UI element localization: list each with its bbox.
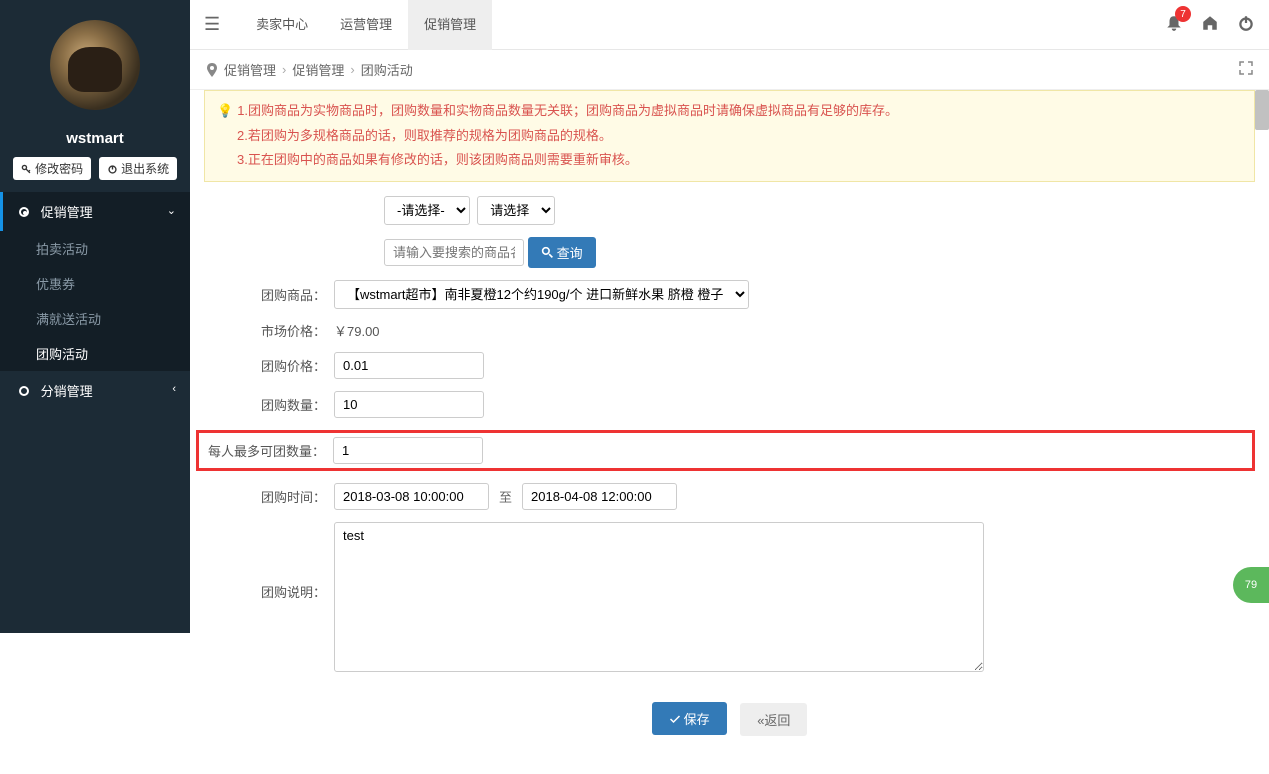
topnav-seller[interactable]: 卖家中心 — [240, 0, 324, 50]
username: wstmart — [0, 130, 190, 147]
search-icon — [541, 246, 554, 259]
notification-badge: 7 — [1175, 6, 1191, 22]
max-per-person-input[interactable] — [333, 437, 483, 464]
group-qty-input[interactable] — [334, 391, 484, 418]
chevron-down-icon: ⌄ — [167, 204, 176, 217]
group-price-input[interactable] — [334, 352, 484, 379]
sidebar-buttons: 修改密码 退出系统 — [0, 157, 190, 192]
key-icon — [21, 164, 32, 175]
nav-item-groupbuy[interactable]: 团购活动 — [0, 336, 190, 371]
logout-button[interactable]: 退出系统 — [99, 157, 177, 180]
power-icon — [107, 164, 118, 175]
max-per-person-row: 每人最多可团数量： — [196, 430, 1255, 471]
nav-item-coupon[interactable]: 优惠券 — [0, 266, 190, 301]
category-select-2[interactable]: 请选择 — [477, 196, 555, 225]
nav-item-auction[interactable]: 拍卖活动 — [0, 231, 190, 266]
power-icon — [1237, 14, 1255, 32]
map-marker-icon — [206, 63, 218, 77]
home-icon — [1201, 14, 1219, 32]
tip-line-2: 2.若团购为多规格商品的话，则取推荐的规格为团购商品的规格。 — [237, 128, 612, 143]
breadcrumb-sep: › — [350, 62, 354, 77]
radio-icon — [19, 207, 29, 217]
fullscreen-button[interactable] — [1239, 61, 1253, 78]
topbar-right: 7 — [1165, 14, 1255, 35]
category-select-1[interactable]: -请选择- — [384, 196, 470, 225]
tip-line-1: 1.团购商品为实物商品时，团购数量和实物商品数量无关联；团购商品为虚拟商品时请确… — [237, 103, 898, 118]
time-separator: 至 — [499, 487, 512, 506]
content: 💡 1.团购商品为实物商品时，团购数量和实物商品数量无关联；团购商品为虚拟商品时请… — [190, 90, 1269, 774]
time-label: 团购时间： — [204, 487, 334, 506]
desc-textarea[interactable] — [334, 522, 984, 672]
group-qty-label: 团购数量： — [204, 395, 334, 414]
tip-line-3: 3.正在团购中的商品如果有修改的话，则该团购商品则需要重新审核。 — [237, 152, 638, 167]
search-button[interactable]: 查询 — [528, 237, 596, 268]
nav-group-distribution[interactable]: 分销管理 ‹ — [0, 371, 190, 410]
home-button[interactable] — [1201, 14, 1219, 35]
nav-group-promotion[interactable]: 促销管理 ⌄ — [0, 192, 190, 231]
scrollbar[interactable] — [1255, 90, 1269, 774]
desc-label: 团购说明： — [204, 522, 334, 601]
main: ☰ 卖家中心 运营管理 促销管理 7 促销管理 › 促销管理 › 团购活动 — [190, 0, 1269, 774]
search-input[interactable] — [384, 239, 524, 266]
nav-group-label: 促销管理 — [41, 205, 93, 220]
topnav-operations[interactable]: 运营管理 — [324, 0, 408, 50]
nav-item-fullgift[interactable]: 满就送活动 — [0, 301, 190, 336]
breadcrumb-sep: › — [282, 62, 286, 77]
topnav-promotion[interactable]: 促销管理 — [408, 0, 492, 50]
goods-label: 团购商品： — [204, 285, 334, 304]
menu-toggle-icon[interactable]: ☰ — [204, 14, 220, 35]
save-button[interactable]: 保存 — [652, 702, 727, 735]
tip-box: 💡 1.团购商品为实物商品时，团购数量和实物商品数量无关联；团购商品为虚拟商品时请… — [204, 90, 1255, 182]
action-row: 保存 «返回 — [204, 684, 1255, 754]
radio-icon — [19, 386, 29, 396]
crumb-2[interactable]: 促销管理 — [292, 60, 344, 79]
power-button[interactable] — [1237, 14, 1255, 35]
notifications-button[interactable]: 7 — [1165, 14, 1183, 35]
market-price-label: 市场价格： — [204, 321, 334, 340]
start-time-input[interactable] — [334, 483, 489, 510]
avatar[interactable] — [50, 20, 140, 110]
market-price-value: ￥79.00 — [334, 321, 380, 340]
crumb-1[interactable]: 促销管理 — [224, 60, 276, 79]
end-time-input[interactable] — [522, 483, 677, 510]
check-icon — [669, 713, 681, 725]
avatar-section — [0, 0, 190, 120]
max-per-person-label: 每人最多可团数量： — [203, 441, 333, 460]
bulb-icon: 💡 — [217, 103, 233, 118]
breadcrumb: 促销管理 › 促销管理 › 团购活动 — [190, 50, 1269, 90]
form: -请选择- 请选择 查询 团购商品： 【wstmart超市】南非夏橙12个约19… — [190, 182, 1269, 774]
expand-icon — [1239, 61, 1253, 75]
topbar: ☰ 卖家中心 运营管理 促销管理 7 — [190, 0, 1269, 50]
sidebar: wstmart 修改密码 退出系统 促销管理 ⌄ 拍卖活动 优惠券 满就送活动 … — [0, 0, 190, 633]
back-button[interactable]: «返回 — [740, 703, 807, 736]
change-password-button[interactable]: 修改密码 — [13, 157, 91, 180]
nav-sub-promotion: 拍卖活动 优惠券 满就送活动 团购活动 — [0, 231, 190, 371]
crumb-3[interactable]: 团购活动 — [361, 60, 413, 79]
group-price-label: 团购价格： — [204, 356, 334, 375]
chevron-left-icon: ‹ — [172, 383, 176, 395]
floating-action-button[interactable]: 79 — [1233, 567, 1269, 603]
goods-select[interactable]: 【wstmart超市】南非夏橙12个约190g/个 进口新鲜水果 脐橙 橙子 — [334, 280, 749, 309]
nav-group-label: 分销管理 — [41, 384, 93, 399]
